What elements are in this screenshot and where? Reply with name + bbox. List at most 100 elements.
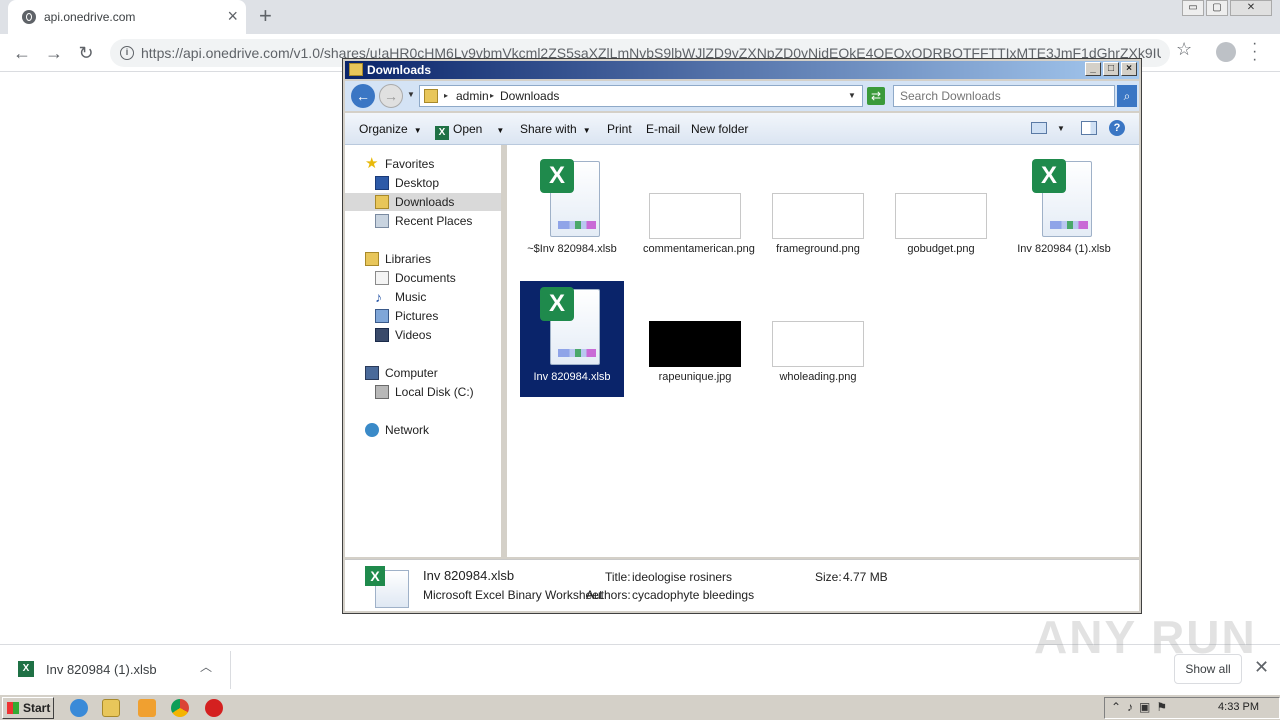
- help-icon[interactable]: ?: [1109, 120, 1125, 136]
- file-item[interactable]: rapeunique.jpg: [643, 281, 747, 397]
- nav-item-libraries[interactable]: Libraries: [345, 250, 501, 268]
- videos-icon: [375, 328, 389, 342]
- download-item[interactable]: X Inv 820984 (1).xlsb: [18, 661, 157, 677]
- nav-item-documents[interactable]: Documents: [345, 269, 501, 287]
- nav-item-recent-places[interactable]: Recent Places: [345, 212, 501, 230]
- explorer-back-arrow-icon[interactable]: ←: [351, 84, 375, 108]
- nav-item-local-disk[interactable]: Local Disk (C:): [345, 383, 501, 401]
- share-with-button[interactable]: Share with ▼: [520, 122, 591, 136]
- email-button[interactable]: E-mail: [646, 122, 680, 136]
- nav-item-music[interactable]: ♪ Music: [345, 288, 501, 306]
- file-item-selected[interactable]: X Inv 820984.xlsb: [520, 281, 624, 397]
- explorer-window: Downloads _ □ × ← → ▼ ▸ admin ▸ Download…: [342, 58, 1142, 614]
- refresh-icon[interactable]: ⇄: [867, 87, 885, 105]
- system-tray: ⌃♪▣⚑ 4:33 PM: [1104, 697, 1280, 719]
- nav-item-favorites[interactable]: ★ Favorites: [345, 155, 501, 173]
- tray-icons[interactable]: ⌃♪▣⚑: [1111, 700, 1173, 714]
- internet-explorer-icon[interactable]: [70, 699, 88, 717]
- nav-label: Videos: [395, 328, 432, 342]
- explorer-maximize-button[interactable]: □: [1103, 62, 1119, 76]
- breadcrumb-downloads[interactable]: Downloads: [500, 89, 559, 103]
- file-item[interactable]: X ~$Inv 820984.xlsb: [520, 153, 624, 269]
- excel-file-icon: X: [18, 661, 34, 677]
- address-dropdown-icon[interactable]: ▼: [848, 91, 856, 100]
- file-name: Inv 820984.xlsb: [533, 371, 611, 383]
- image-thumbnail-icon: [772, 193, 864, 239]
- file-item[interactable]: gobudget.png: [889, 153, 993, 269]
- maximize-button[interactable]: ▢: [1206, 0, 1228, 16]
- explorer-taskbar-icon[interactable]: [102, 699, 120, 717]
- browser-tab[interactable]: api.onedrive.com ×: [8, 0, 246, 34]
- reload-icon[interactable]: ↻: [74, 41, 98, 65]
- forward-arrow-icon[interactable]: →: [42, 41, 66, 65]
- organize-button[interactable]: Organize ▼: [359, 122, 422, 136]
- explorer-minimize-button[interactable]: _: [1085, 62, 1101, 76]
- file-name: commentamerican.png: [643, 243, 755, 255]
- minimize-button[interactable]: ▭: [1182, 0, 1204, 16]
- explorer-forward-arrow-icon[interactable]: →: [379, 84, 403, 108]
- bookmark-star-icon[interactable]: ☆: [1176, 39, 1192, 60]
- chrome-icon[interactable]: [171, 699, 189, 717]
- more-menu-icon[interactable]: · · ·: [1252, 36, 1257, 68]
- breadcrumb-arrow-icon[interactable]: ▸: [444, 91, 448, 100]
- details-filename: Inv 820984.xlsb: [423, 568, 515, 583]
- address-folder-icon: [424, 89, 438, 103]
- search-input[interactable]: [893, 85, 1115, 107]
- network-icon: [365, 423, 379, 437]
- file-name: Inv 820984 (1).xlsb: [1017, 243, 1111, 255]
- clock[interactable]: 4:33 PM: [1218, 701, 1259, 713]
- start-button[interactable]: Start: [2, 697, 54, 719]
- nav-item-computer[interactable]: Computer: [345, 364, 501, 382]
- excel-file-icon: X: [1032, 159, 1096, 239]
- documents-icon: [375, 271, 389, 285]
- nav-label: Desktop: [395, 176, 440, 190]
- pictures-icon: [375, 309, 389, 323]
- open-button[interactable]: X Open ▼: [435, 122, 504, 140]
- file-list: X ~$Inv 820984.xlsb commentamerican.png …: [507, 145, 1139, 557]
- alert-icon[interactable]: [205, 699, 223, 717]
- details-authors-value[interactable]: cycadophyte bleedings: [632, 588, 754, 602]
- chevron-up-icon[interactable]: ︿: [200, 658, 212, 675]
- view-dropdown-icon[interactable]: ▼: [1057, 124, 1065, 133]
- preview-pane-icon[interactable]: [1081, 121, 1097, 135]
- profile-avatar-icon[interactable]: [1216, 42, 1236, 62]
- downloads-folder-icon: [375, 195, 389, 209]
- tab-close-icon[interactable]: ×: [227, 6, 238, 26]
- nav-item-downloads[interactable]: Downloads: [345, 193, 501, 211]
- file-item[interactable]: frameground.png: [766, 153, 870, 269]
- breadcrumb-arrow-icon[interactable]: ▸: [490, 91, 494, 100]
- explorer-titlebar[interactable]: Downloads _ □ ×: [345, 61, 1139, 79]
- nav-item-videos[interactable]: Videos: [345, 326, 501, 344]
- new-folder-button[interactable]: New folder: [691, 122, 748, 136]
- change-view-icon[interactable]: [1031, 122, 1047, 134]
- info-icon[interactable]: i: [120, 46, 134, 60]
- excel-file-icon: X: [365, 566, 411, 608]
- command-bar: Organize ▼ X Open ▼ Share with ▼ Print E-mai…: [345, 113, 1139, 145]
- nav-item-network[interactable]: Network: [345, 421, 501, 439]
- file-item[interactable]: commentamerican.png: [643, 153, 755, 269]
- file-item[interactable]: wholeading.png: [766, 281, 870, 397]
- explorer-address-row: ← → ▼ ▸ admin ▸ Downloads ▼ ⇄ ⌕: [345, 81, 1139, 111]
- back-arrow-icon[interactable]: ←: [10, 41, 34, 65]
- new-tab-button[interactable]: +: [259, 4, 272, 28]
- nav-item-desktop[interactable]: Desktop: [345, 174, 501, 192]
- breadcrumb-admin[interactable]: admin: [456, 89, 489, 103]
- taskbar: Start ⌃♪▣⚑ 4:33 PM: [0, 694, 1280, 720]
- explorer-address-box[interactable]: ▸ admin ▸ Downloads ▼: [419, 85, 863, 107]
- file-name: ~$Inv 820984.xlsb: [527, 243, 617, 255]
- search-icon[interactable]: ⌕: [1117, 85, 1137, 107]
- nav-item-pictures[interactable]: Pictures: [345, 307, 501, 325]
- folder-icon: [349, 63, 363, 76]
- file-name: rapeunique.jpg: [658, 371, 732, 383]
- details-title-value[interactable]: ideologise rosiners: [632, 570, 732, 584]
- explorer-title: Downloads: [367, 63, 432, 77]
- close-button[interactable]: ✕: [1230, 0, 1272, 16]
- chevron-down-icon: ▼: [496, 126, 505, 135]
- file-item[interactable]: X Inv 820984 (1).xlsb: [1012, 153, 1116, 269]
- explorer-close-button[interactable]: ×: [1121, 62, 1137, 76]
- image-thumbnail-icon: [772, 321, 864, 367]
- print-button[interactable]: Print: [607, 122, 632, 136]
- share-with-label: Share with: [520, 122, 577, 136]
- media-player-icon[interactable]: [138, 699, 156, 717]
- history-dropdown-icon[interactable]: ▼: [407, 90, 415, 99]
